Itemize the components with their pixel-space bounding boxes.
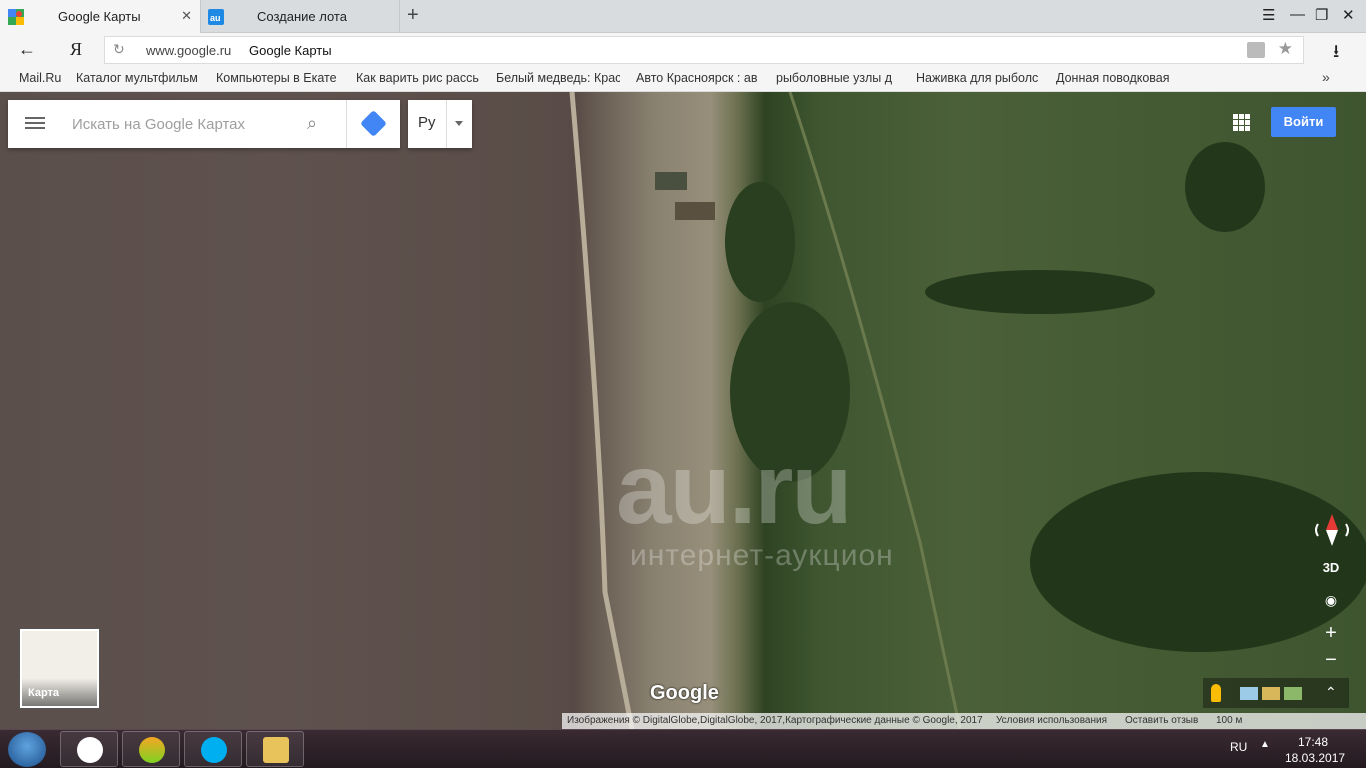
directions-icon [360,110,387,137]
scale-label: 100 м [1216,715,1243,726]
search-box: ⌕ [8,100,400,148]
directions-button[interactable] [346,100,400,148]
folder-icon [263,737,289,763]
bookmark-item[interactable]: рыболовные узлы д [776,71,900,85]
url-field[interactable]: ↻ www.google.ru Google Карты ★ [104,36,1304,64]
search-icon[interactable]: ⌕ [307,113,317,134]
back-arrow-icon[interactable]: ← [18,39,36,60]
minimize-icon[interactable]: — [1290,6,1305,23]
close-window-icon[interactable]: ✕ [1342,6,1355,24]
close-tab-icon[interactable]: ✕ [181,8,192,24]
app-icon [139,737,165,763]
menu-icon[interactable]: ☰ [1262,6,1275,24]
layers-panel: ⌃ [1203,678,1349,708]
taskbar-app[interactable] [122,731,180,767]
apps-grid-icon[interactable] [1233,114,1250,131]
url-host: www.google.ru [146,43,232,58]
bookmark-star-icon[interactable]: ★ [1278,39,1293,59]
login-button[interactable]: Войти [1271,107,1336,137]
layer-thumb-icon[interactable] [1284,687,1302,700]
pegman-icon[interactable] [1211,684,1221,702]
tray-expand-icon[interactable]: ▲ [1260,739,1270,750]
satellite-map[interactable]: ⌕ Ру Войти au.ru интернет-аукцион Карта … [0,92,1366,729]
more-bookmarks-icon[interactable]: » [1322,69,1330,85]
tab-label: Создание лота [257,9,347,24]
language-value: Ру [418,114,436,131]
skype-icon [201,737,227,763]
tray-language[interactable]: RU [1230,740,1247,754]
bookmarks-bar: Mail.Ru Каталог мультфильм Компьютеры в … [0,67,1366,92]
chevron-down-icon [455,121,463,126]
tray-date[interactable]: 18.03.2017 [1285,751,1345,765]
map-footer: Изображения © DigitalGlobe,DigitalGlobe,… [562,713,1366,729]
address-bar: ← Я ↻ www.google.ru Google Карты ★ ⭳ [0,33,1366,67]
bookmark-item[interactable]: Mail.Ru [19,71,69,85]
lock-icon[interactable] [1247,42,1265,58]
tab-strip: Google Карты ✕ au Создание лота + ☰ — ❐ … [0,0,1366,33]
bookmark-item[interactable]: Донная поводковая [1056,71,1180,85]
attribution-text: Изображения © DigitalGlobe,DigitalGlobe,… [567,715,983,726]
url-page-title: Google Карты [249,43,332,58]
compass-icon[interactable] [1312,510,1352,550]
bookmark-item[interactable]: Наживка для рыболс [916,71,1040,85]
bookmark-item[interactable]: Каталог мультфильм [76,71,200,85]
expand-icon[interactable]: ⌃ [1325,684,1337,701]
svg-text:au: au [210,13,221,23]
tray-time[interactable]: 17:48 [1298,735,1328,749]
bookmark-item[interactable]: Авто Красноярск : ав [636,71,760,85]
terms-link[interactable]: Условия использования [996,715,1107,726]
au-favicon-icon: au [208,8,224,25]
tab-label: Google Карты [58,9,141,24]
language-select[interactable]: Ру [408,100,472,148]
taskbar-skype[interactable] [184,731,242,767]
map-type-label: Карта [28,687,60,699]
layer-thumb-icon[interactable] [1240,687,1258,700]
new-tab-button[interactable]: + [407,4,419,27]
yandex-logo-icon[interactable]: Я [70,39,82,60]
taskbar-explorer[interactable] [246,731,304,767]
start-button[interactable] [8,732,46,767]
menu-icon[interactable] [25,114,45,132]
reload-icon[interactable]: ↻ [113,41,125,58]
taskbar-yandex-browser[interactable] [60,731,118,767]
search-input[interactable] [70,112,300,136]
bookmark-item[interactable]: Белый медведь: Крас [496,71,620,85]
restore-icon[interactable]: ❐ [1315,6,1328,24]
download-icon[interactable]: ⭳ [1333,39,1339,69]
layer-thumb-icon[interactable] [1262,687,1280,700]
zoom-in-button[interactable]: + [1318,622,1344,645]
bookmark-item[interactable]: Как варить рис рассь [356,71,480,85]
google-maps-favicon-icon [8,8,24,25]
au-watermark-subtitle: интернет-аукцион [630,539,894,572]
feedback-link[interactable]: Оставить отзыв [1125,715,1198,726]
google-watermark: Google [650,682,719,704]
tab-google-maps[interactable]: Google Карты ✕ [0,0,200,33]
tab-create-lot[interactable]: au Создание лота [200,0,400,33]
map-type-toggle[interactable]: Карта [20,629,99,708]
zoom-out-button[interactable]: − [1318,649,1344,672]
map-imagery [569,92,1366,729]
bookmark-item[interactable]: Компьютеры в Екате [216,71,340,85]
my-location-icon[interactable]: ◉ [1318,592,1344,609]
au-watermark-logo: au.ru [616,433,852,545]
taskbar: RU ▲ 17:48 18.03.2017 [0,729,1366,768]
yandex-browser-icon [77,737,103,763]
tilt-3d-button[interactable]: 3D [1318,560,1344,575]
